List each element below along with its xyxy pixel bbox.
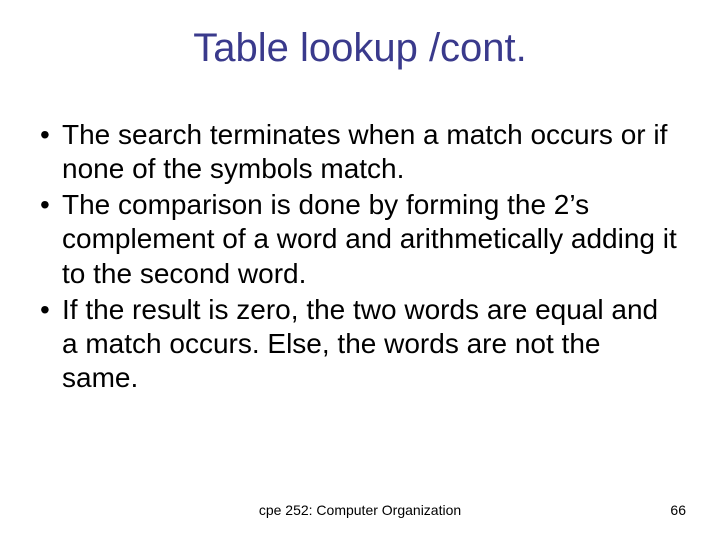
bullet-dot-icon: • (40, 118, 62, 152)
bullet-text: If the result is zero, the two words are… (62, 293, 680, 395)
bullet-text: The comparison is done by forming the 2’… (62, 188, 680, 290)
slide: Table lookup /cont. • The search termina… (0, 0, 720, 540)
bullet-text: The search terminates when a match occur… (62, 118, 680, 186)
footer-course: cpe 252: Computer Organization (0, 502, 720, 518)
bullet-dot-icon: • (40, 293, 62, 327)
slide-title: Table lookup /cont. (0, 26, 720, 71)
slide-body: • The search terminates when a match occ… (40, 118, 680, 397)
bullet-item: • The comparison is done by forming the … (40, 188, 680, 290)
bullet-item: • If the result is zero, the two words a… (40, 293, 680, 395)
footer-page-number: 66 (670, 502, 686, 518)
bullet-item: • The search terminates when a match occ… (40, 118, 680, 186)
bullet-dot-icon: • (40, 188, 62, 222)
